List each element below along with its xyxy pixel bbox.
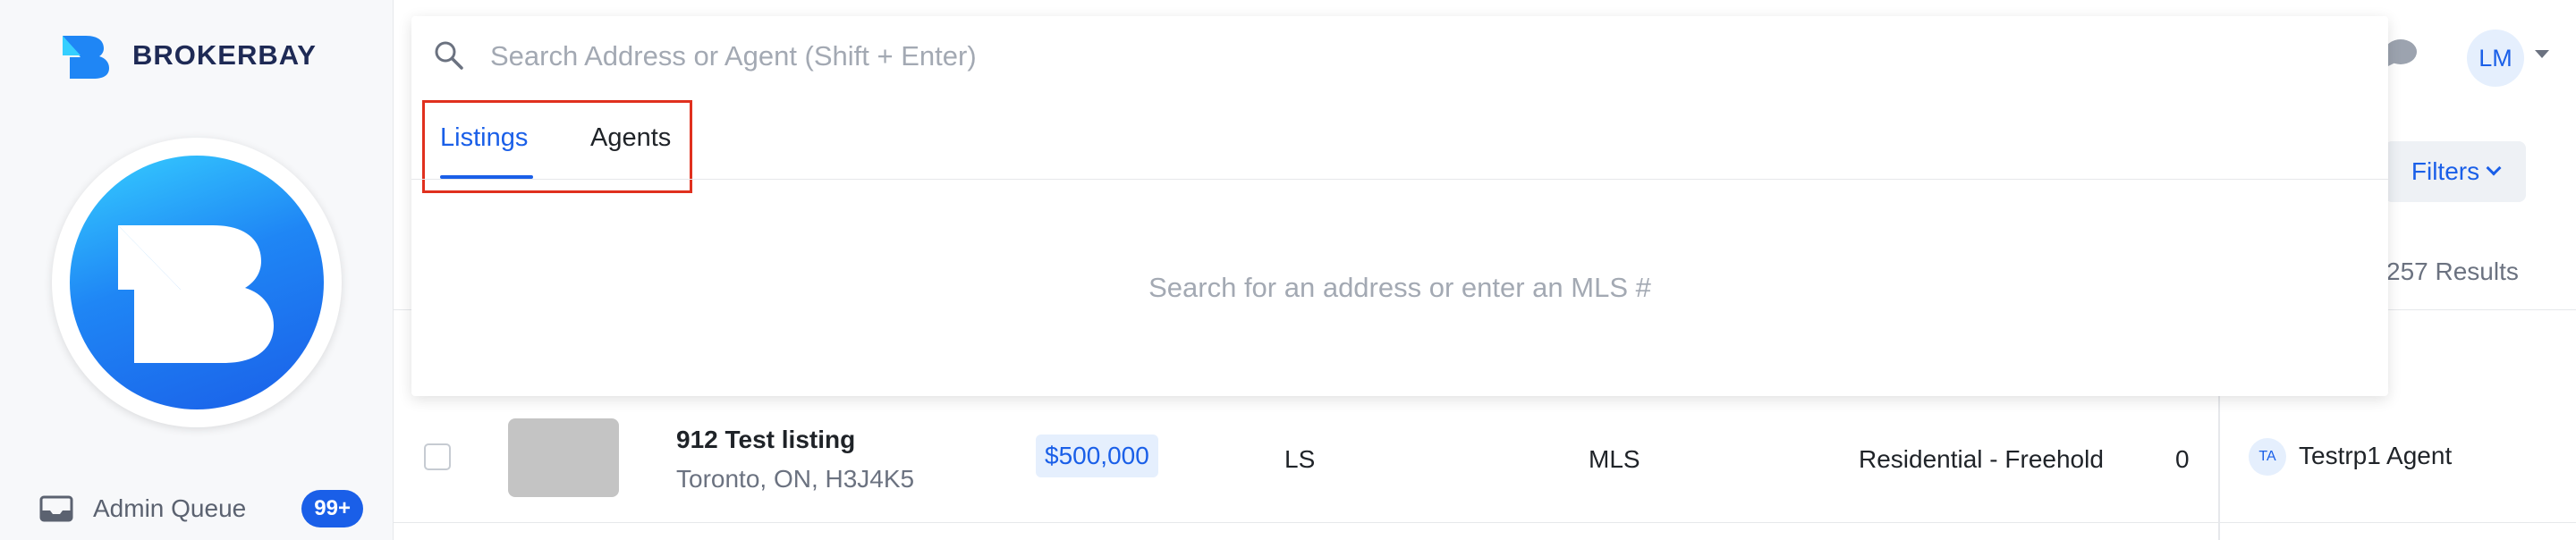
chevron-down-icon	[2486, 160, 2502, 176]
agent-name[interactable]: Testrp1 Agent	[2299, 442, 2452, 470]
listing-price-badge: $500,000	[1036, 435, 1158, 477]
tab-agents[interactable]: Agents	[590, 123, 671, 153]
brokerbay-b-icon	[118, 225, 274, 363]
sidebar-item-admin-queue[interactable]: Admin Queue 99+	[39, 490, 363, 527]
listing-mls-cell: MLS	[1589, 445, 1640, 473]
search-dropdown-panel: Listings Agents Search for an address or…	[411, 16, 2388, 396]
inbox-icon	[39, 495, 73, 522]
brand-logo[interactable]: BROKERBAY	[59, 32, 317, 79]
sidebar: BROKERBAY Admin Queue 99+	[0, 0, 394, 540]
sidebar-item-label: Admin Queue	[93, 494, 247, 522]
divider	[394, 522, 2576, 523]
brand-name: BROKERBAY	[132, 39, 317, 71]
org-avatar-image	[70, 156, 324, 409]
tab-listings[interactable]: Listings	[440, 123, 528, 153]
search-icon	[435, 41, 463, 70]
row-checkbox[interactable]	[424, 443, 451, 470]
org-avatar[interactable]	[52, 138, 342, 427]
listing-title[interactable]: 912 Test listing	[676, 426, 855, 454]
listing-thumbnail[interactable]	[508, 418, 619, 497]
count-cell: 0	[2175, 445, 2190, 473]
user-avatar[interactable]: LM	[2467, 30, 2524, 87]
results-count: 257 Results	[2386, 257, 2519, 285]
chevron-down-icon[interactable]	[2535, 50, 2549, 58]
admin-queue-count-badge: 99+	[301, 490, 363, 527]
divider	[411, 179, 2388, 180]
listing-address: Toronto, ON, H3J4K5	[676, 465, 915, 493]
search-empty-hint: Search for an address or enter an MLS #	[1148, 272, 1651, 303]
filters-label: Filters	[2411, 157, 2480, 185]
agent-avatar: TA	[2249, 438, 2286, 476]
property-type-cell: Residential - Freehold	[1859, 445, 2104, 473]
search-input[interactable]	[490, 34, 2351, 79]
brokerbay-logo-icon	[63, 36, 109, 79]
listing-status-cell: LS	[1284, 445, 1316, 473]
filters-button[interactable]: Filters	[2385, 141, 2526, 202]
